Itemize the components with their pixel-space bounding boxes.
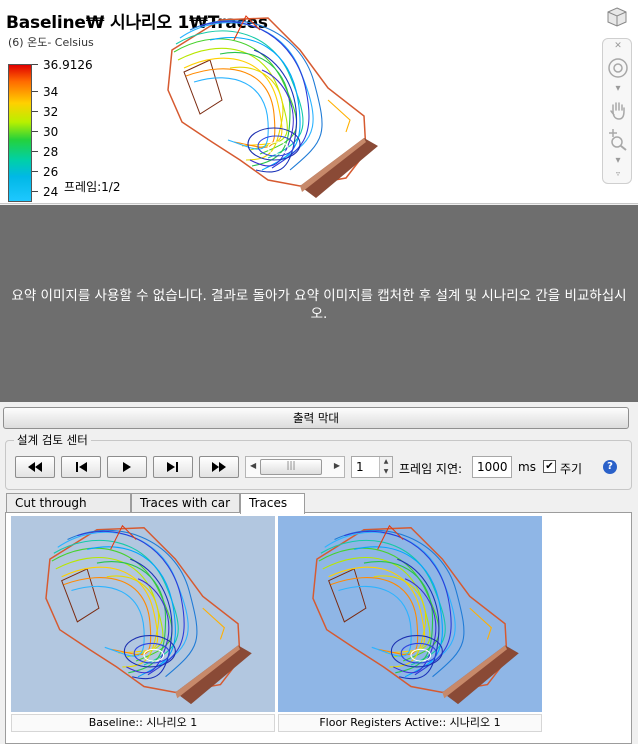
play-icon [123,462,131,472]
legend-tick-label: 28 [43,145,59,159]
step-back-icon [76,462,87,472]
frame-counter: 프레임:1/2 [64,180,121,194]
step-forward-icon [167,462,178,472]
quantity-unit-label: (6) 온도- Celsius [8,36,94,49]
stepper-up-icon[interactable]: ▲ [380,457,392,467]
caret-right-icon[interactable]: ▶ [334,461,340,470]
help-icon[interactable]: ? [603,460,617,474]
legend-tick-label: 24 [43,185,59,199]
cycle-label: 주기 [560,462,583,476]
legend-tick-label: 32 [43,105,59,119]
frame-delay-input[interactable] [472,456,512,478]
traces-tab-panel: Baseline:: 시나리오 1 Floor Registers Active… [5,512,632,744]
frame-slider[interactable]: ◀ ||| ▶ [245,456,345,478]
frame-number-input[interactable] [352,457,378,477]
rewind-icon [28,462,42,472]
legend-tick-label: 26 [43,165,59,179]
trace-simulation-render [45,525,253,705]
previous-frame-button[interactable] [61,456,101,478]
summary-unavailable-message: 요약 이미지를 사용할 수 없습니다. 결과로 돌아가 요약 이미지를 캡처한 … [11,288,627,322]
scenario-thumbnail[interactable]: Floor Registers Active:: 시나리오 1 [278,516,542,733]
tab-traces-with-car[interactable]: Traces with car [131,493,240,513]
thumbnail-image [278,516,542,712]
legend-tick [32,171,38,172]
output-bar-button[interactable]: 출력 막대 [3,407,629,429]
play-button[interactable] [107,456,147,478]
legend-tick-label: 34 [43,85,59,99]
first-frame-button[interactable] [15,456,55,478]
cycle-checkbox[interactable]: ✔ [543,460,556,473]
steering-wheel-icon[interactable] [606,57,630,81]
frame-delay-label: 프레임 지연: [399,462,463,476]
fast-forward-icon [212,462,226,472]
zoom-icon[interactable] [606,127,630,153]
legend-tick [32,151,38,152]
legend-tick [32,111,38,112]
result-viewport[interactable]: Baseline₩ 시나리오 1₩Traces (6) 온도- Celsius … [0,0,638,204]
last-frame-button[interactable] [199,456,239,478]
chevron-down-icon[interactable]: ▾ [606,155,630,166]
tab-traces[interactable]: Traces [240,493,305,514]
tab-cut-through-seats[interactable]: Cut through seats [6,493,131,529]
legend-tick [32,191,38,192]
scenario-thumbnail[interactable]: Baseline:: 시나리오 1 [11,516,275,733]
legend-tick-label: 30 [43,125,59,139]
customize-icon[interactable]: ▿ [606,169,630,178]
trace-simulation-render [167,15,379,199]
summary-image-area: 요약 이미지를 사용할 수 없습니다. 결과로 돌아가 요약 이미지를 캡처한 … [0,205,638,402]
pan-hand-icon[interactable] [606,99,630,123]
legend-tick [32,64,38,65]
ms-unit-label: ms [518,460,536,474]
trace-simulation-render [312,525,520,705]
close-icon[interactable]: ✕ [606,41,630,51]
thumbnail-image [11,516,275,712]
view-cube-icon[interactable] [606,6,628,28]
legend-tick [32,131,38,132]
temperature-legend-bar [8,64,32,202]
legend-tick [32,91,38,92]
next-frame-button[interactable] [153,456,193,478]
caret-left-icon[interactable]: ◀ [250,461,256,470]
design-review-center: 설계 검토 센터 ◀ ||| ▶ ▲ ▼ 프레임 지연: ms ✔ 주기 ? [5,432,632,490]
chevron-down-icon[interactable]: ▾ [606,83,630,94]
navigation-bar: ✕ ▾ ▾ ▿ [602,38,632,184]
design-review-title: 설계 검토 센터 [14,432,91,448]
slider-thumb[interactable]: ||| [260,459,322,475]
stepper-down-icon[interactable]: ▼ [380,467,392,477]
frame-number-stepper[interactable]: ▲ ▼ [351,456,393,478]
thumbnail-caption: Baseline:: 시나리오 1 [11,714,275,732]
thumbnail-caption: Floor Registers Active:: 시나리오 1 [278,714,542,732]
legend-max-label: 36.9126 [43,58,93,72]
